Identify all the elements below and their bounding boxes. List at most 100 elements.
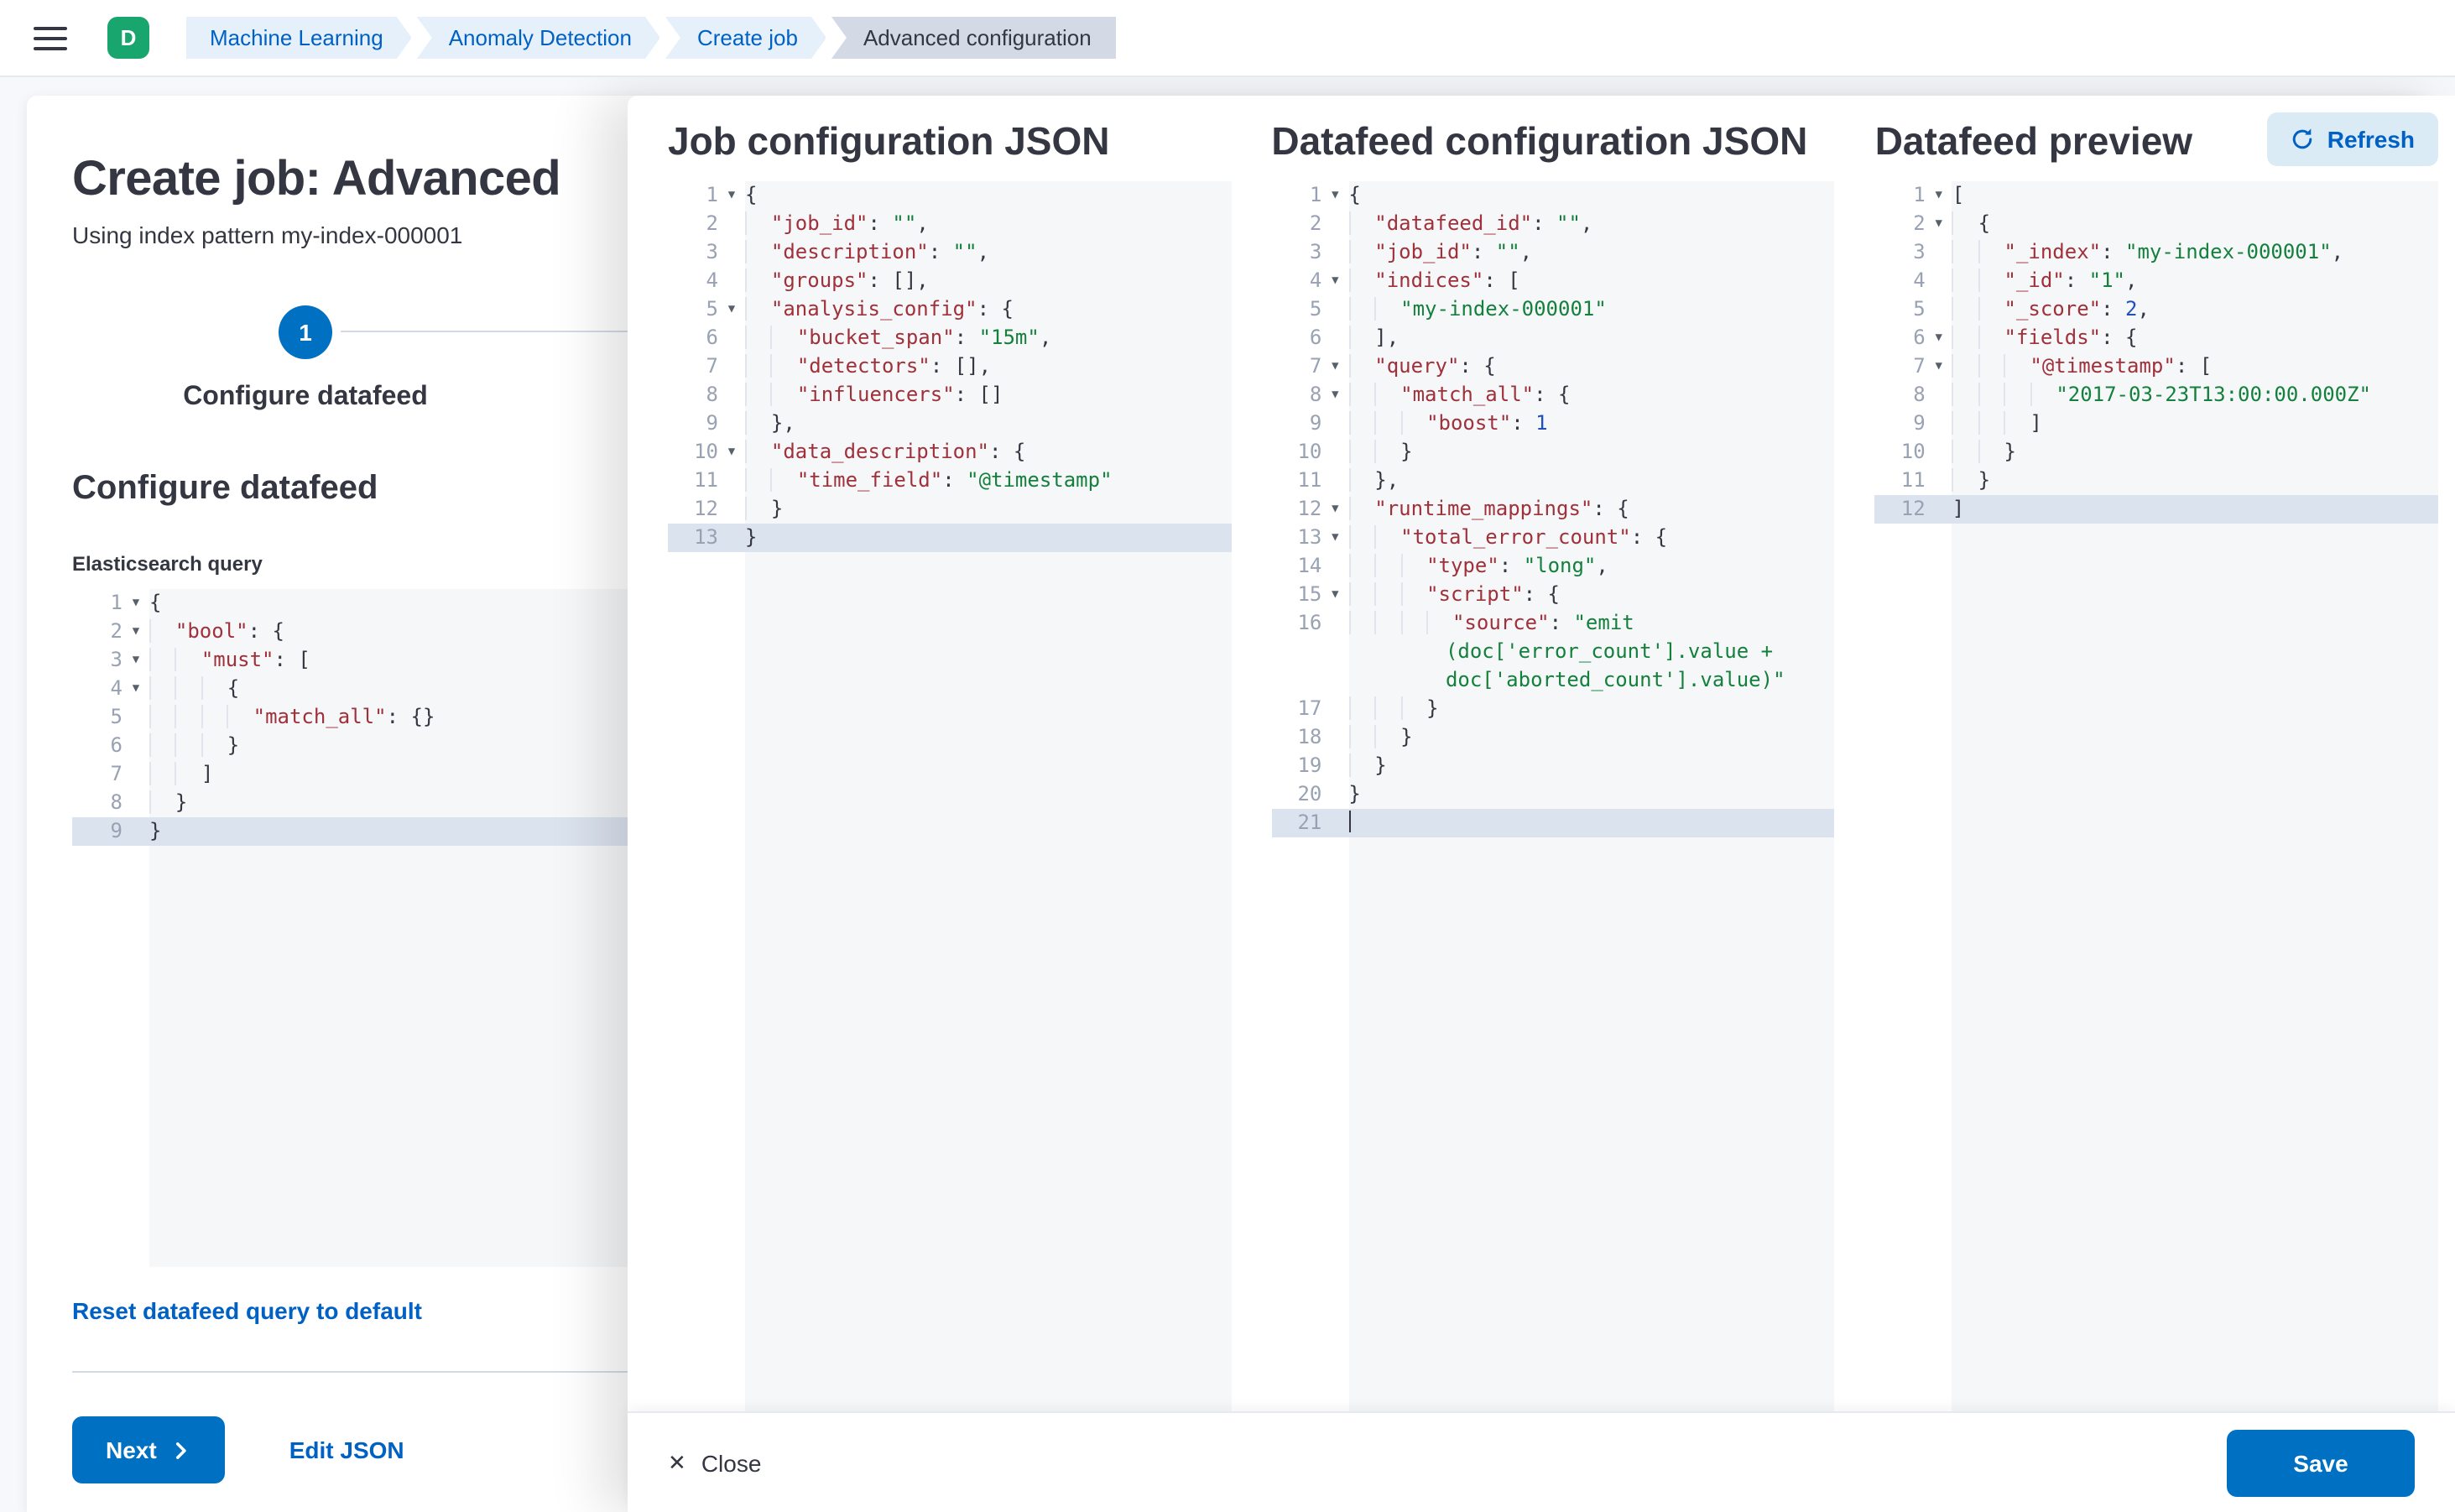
code-line[interactable]: 4▼ "indices": [ xyxy=(1271,267,1834,295)
code-text[interactable]: "script": { xyxy=(1348,581,1834,609)
fold-arrow-icon[interactable]: ▼ xyxy=(1321,495,1348,524)
menu-icon[interactable] xyxy=(34,26,67,50)
code-line[interactable]: 12 } xyxy=(668,495,1231,524)
code-text[interactable]: ] xyxy=(1952,409,2438,438)
code-line[interactable]: 9 }, xyxy=(668,409,1231,438)
code-line[interactable]: 1▼{ xyxy=(1271,181,1834,210)
code-text[interactable]: "query": { xyxy=(1348,352,1834,381)
code-line[interactable]: 1▼[ xyxy=(1875,181,2438,210)
code-text[interactable]: "match_all": { xyxy=(1348,381,1834,409)
edit-json-link[interactable]: Edit JSON xyxy=(289,1436,404,1463)
fold-arrow-icon[interactable]: ▼ xyxy=(718,438,745,467)
close-button[interactable]: ✕ Close xyxy=(668,1449,761,1476)
code-text[interactable]: } xyxy=(1952,467,2438,495)
code-line[interactable]: 18 } xyxy=(1271,723,1834,752)
fold-arrow-icon[interactable]: ▼ xyxy=(1926,324,1952,352)
code-text[interactable]: } xyxy=(745,524,1231,552)
code-line[interactable]: 2▼ { xyxy=(1875,210,2438,238)
code-text[interactable]: "time_field": "@timestamp" xyxy=(745,467,1231,495)
code-line[interactable]: 8 "influencers": [] xyxy=(668,381,1231,409)
code-line[interactable]: 8 "2017-03-23T13:00:00.000Z" xyxy=(1875,381,2438,409)
fold-arrow-icon[interactable]: ▼ xyxy=(1321,181,1348,210)
code-text[interactable]: "source": "emit (doc['error_count'].valu… xyxy=(1348,609,1834,695)
code-text[interactable]: "description": "", xyxy=(745,238,1231,267)
code-line[interactable]: 13▼ "total_error_count": { xyxy=(1271,524,1834,552)
code-text[interactable]: "_index": "my-index-000001", xyxy=(1952,238,2438,267)
fold-arrow-icon[interactable]: ▼ xyxy=(1321,267,1348,295)
fold-arrow-icon[interactable]: ▼ xyxy=(122,618,149,646)
code-text[interactable]: "type": "long", xyxy=(1348,552,1834,581)
code-line[interactable]: 3 "job_id": "", xyxy=(1271,238,1834,267)
fold-arrow-icon[interactable]: ▼ xyxy=(122,589,149,618)
fold-arrow-icon[interactable]: ▼ xyxy=(1321,524,1348,552)
code-text[interactable]: "@timestamp": [ xyxy=(1952,352,2438,381)
code-text[interactable]: }, xyxy=(745,409,1231,438)
code-line[interactable]: 1▼{ xyxy=(668,181,1231,210)
refresh-button[interactable]: Refresh xyxy=(2267,112,2438,165)
code-line[interactable]: 5▼ "analysis_config": { xyxy=(668,295,1231,324)
code-text[interactable]: ] xyxy=(1952,495,2438,524)
next-button[interactable]: Next xyxy=(72,1416,226,1483)
code-text[interactable]: } xyxy=(745,495,1231,524)
code-line[interactable]: 11 "time_field": "@timestamp" xyxy=(668,467,1231,495)
fold-arrow-icon[interactable]: ▼ xyxy=(122,675,149,703)
code-line[interactable]: 5 "my-index-000001" xyxy=(1271,295,1834,324)
code-text[interactable]: "job_id": "", xyxy=(1348,238,1834,267)
code-text[interactable]: "analysis_config": { xyxy=(745,295,1231,324)
code-text[interactable]: } xyxy=(1348,752,1834,780)
code-text[interactable]: "data_description": { xyxy=(745,438,1231,467)
code-line[interactable]: 17 } xyxy=(1271,695,1834,723)
code-line[interactable]: 10 } xyxy=(1875,438,2438,467)
code-text[interactable]: "bucket_span": "15m", xyxy=(745,324,1231,352)
breadcrumb-anomaly-detection[interactable]: Anomaly Detection xyxy=(417,17,660,59)
code-line[interactable]: 16 "source": "emit (doc['error_count'].v… xyxy=(1271,609,1834,695)
code-text[interactable]: "boost": 1 xyxy=(1348,409,1834,438)
code-text[interactable]: } xyxy=(1348,695,1834,723)
code-text[interactable]: "2017-03-23T13:00:00.000Z" xyxy=(1952,381,2438,409)
fold-arrow-icon[interactable]: ▼ xyxy=(718,295,745,324)
breadcrumb-create-job[interactable]: Create job xyxy=(665,17,826,59)
code-line[interactable]: 3 "_index": "my-index-000001", xyxy=(1875,238,2438,267)
reset-query-link[interactable]: Reset datafeed query to default xyxy=(72,1297,422,1324)
code-line[interactable]: 9 "boost": 1 xyxy=(1271,409,1834,438)
fold-arrow-icon[interactable]: ▼ xyxy=(1926,181,1952,210)
code-line[interactable]: 12] xyxy=(1875,495,2438,524)
datafeed-config-editor[interactable]: 1▼{2 "datafeed_id": "",3 "job_id": "",4▼… xyxy=(1271,181,1834,1411)
job-config-editor[interactable]: 1▼{2 "job_id": "",3 "description": "",4 … xyxy=(668,181,1231,1411)
code-line[interactable]: 2 "job_id": "", xyxy=(668,210,1231,238)
fold-arrow-icon[interactable]: ▼ xyxy=(1926,352,1952,381)
code-text[interactable] xyxy=(1348,809,1834,837)
code-text[interactable]: ], xyxy=(1348,324,1834,352)
fold-arrow-icon[interactable]: ▼ xyxy=(1321,381,1348,409)
code-text[interactable]: "job_id": "", xyxy=(745,210,1231,238)
code-line[interactable]: 11 }, xyxy=(1271,467,1834,495)
code-text[interactable]: "_score": 2, xyxy=(1952,295,2438,324)
code-text[interactable]: "my-index-000001" xyxy=(1348,295,1834,324)
code-line[interactable]: 4 "_id": "1", xyxy=(1875,267,2438,295)
fold-arrow-icon[interactable]: ▼ xyxy=(1926,210,1952,238)
code-text[interactable]: "fields": { xyxy=(1952,324,2438,352)
code-line[interactable]: 21 xyxy=(1271,809,1834,837)
fold-arrow-icon[interactable]: ▼ xyxy=(122,646,149,675)
code-line[interactable]: 5 "_score": 2, xyxy=(1875,295,2438,324)
code-text[interactable]: } xyxy=(1348,780,1834,809)
code-line[interactable]: 11 } xyxy=(1875,467,2438,495)
code-line[interactable]: 9 ] xyxy=(1875,409,2438,438)
code-line[interactable]: 10▼ "data_description": { xyxy=(668,438,1231,467)
step-number[interactable]: 1 xyxy=(279,305,332,359)
code-line[interactable]: 19 } xyxy=(1271,752,1834,780)
datafeed-preview-editor[interactable]: 1▼[2▼ {3 "_index": "my-index-000001",4 "… xyxy=(1875,181,2438,1411)
fold-arrow-icon[interactable]: ▼ xyxy=(1321,581,1348,609)
code-line[interactable]: 2 "datafeed_id": "", xyxy=(1271,210,1834,238)
code-text[interactable]: "influencers": [] xyxy=(745,381,1231,409)
code-text[interactable]: { xyxy=(1952,210,2438,238)
code-line[interactable]: 7▼ "@timestamp": [ xyxy=(1875,352,2438,381)
code-text[interactable]: { xyxy=(1348,181,1834,210)
code-text[interactable]: } xyxy=(1952,438,2438,467)
code-line[interactable]: 6 "bucket_span": "15m", xyxy=(668,324,1231,352)
breadcrumb-machine-learning[interactable]: Machine Learning xyxy=(186,17,412,59)
code-text[interactable]: } xyxy=(1348,438,1834,467)
save-button[interactable]: Save xyxy=(2227,1429,2415,1496)
code-text[interactable]: }, xyxy=(1348,467,1834,495)
code-text[interactable]: "_id": "1", xyxy=(1952,267,2438,295)
